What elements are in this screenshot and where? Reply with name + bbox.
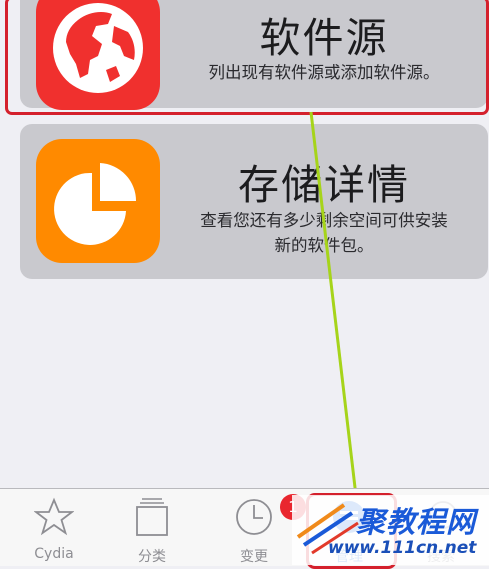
watermark: 聚教程网 www.111cn.net — [292, 495, 489, 565]
star-icon — [34, 497, 74, 536]
tab-sections[interactable]: 分类 — [103, 489, 201, 566]
storage-card[interactable]: 存储详情 查看您还有多少剩余空间可供安装 新的软件包。 — [20, 124, 488, 279]
tab-label-changes: 变更 — [240, 549, 268, 565]
storage-description-line1: 查看您还有多少剩余空间可供安装 — [200, 211, 448, 230]
sources-description: 列出现有软件源或添加软件源。 — [208, 63, 440, 82]
tab-label-sections: 分类 — [138, 549, 166, 565]
tab-cydia[interactable]: Cydia — [5, 489, 103, 566]
storage-description: 查看您还有多少剩余空间可供安装 新的软件包。 — [170, 208, 478, 258]
storage-title: 存储详情 — [238, 161, 410, 209]
pie-chart-icon — [36, 139, 160, 263]
sources-title: 软件源 — [259, 14, 389, 62]
globe-icon — [36, 0, 160, 110]
storage-description-line2: 新的软件包。 — [274, 236, 374, 255]
sources-card[interactable]: 软件源 列出现有软件源或添加软件源。 — [20, 0, 488, 110]
watermark-url: www.111cn.net — [328, 538, 477, 558]
sections-icon — [136, 498, 168, 536]
tab-label-cydia: Cydia — [34, 546, 74, 562]
clock-icon — [236, 499, 272, 535]
watermark-brand: 聚教程网 — [356, 505, 477, 539]
